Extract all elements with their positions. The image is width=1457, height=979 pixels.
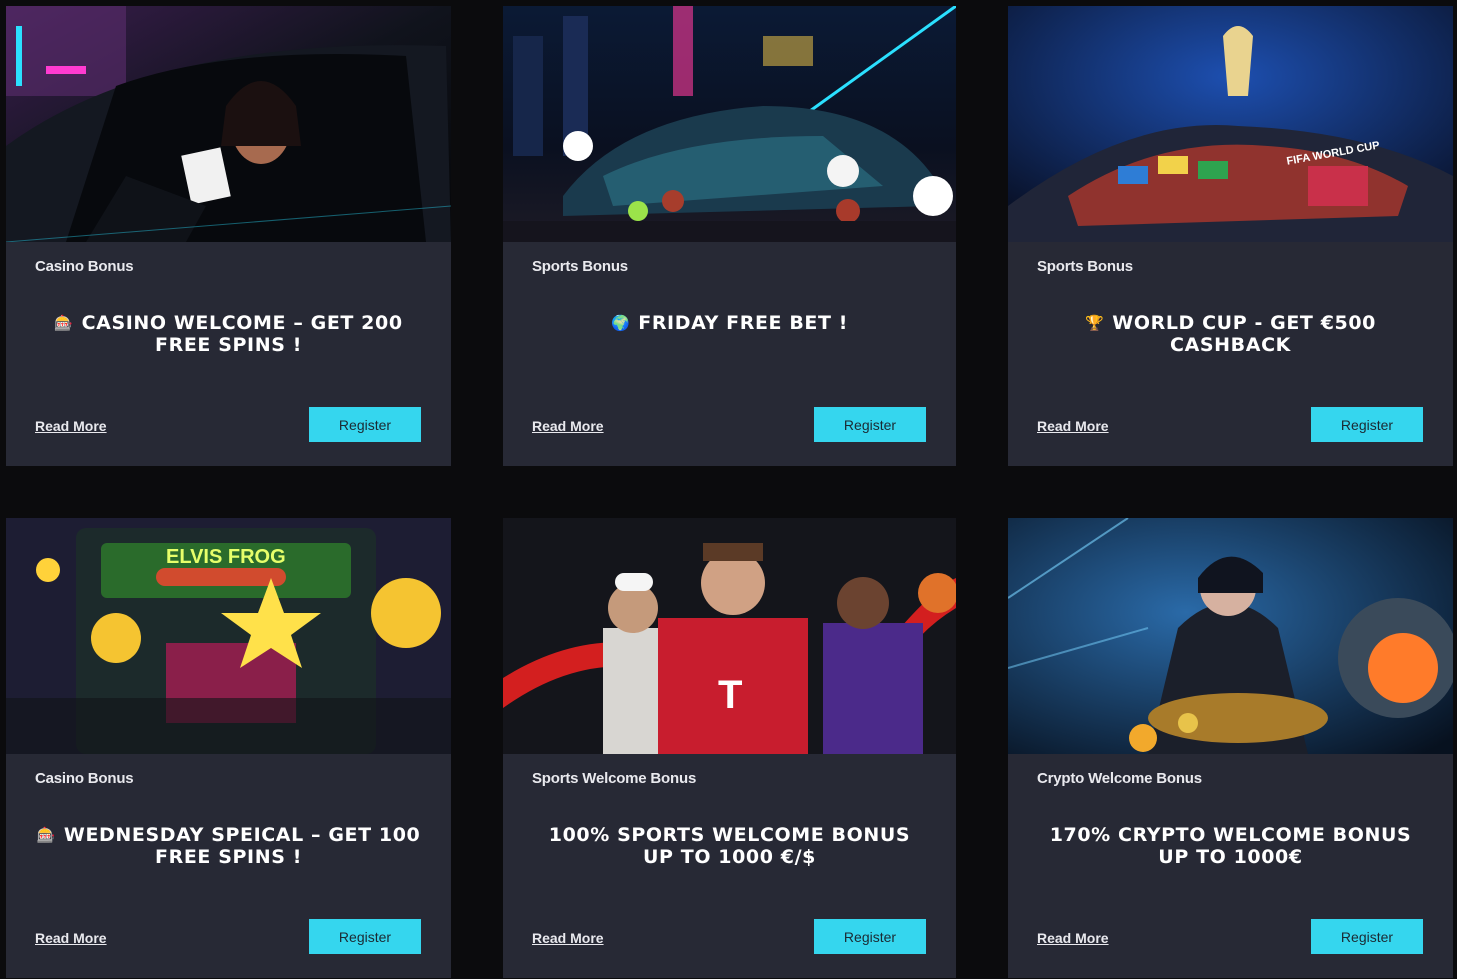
read-more-link[interactable]: Read More	[35, 930, 107, 946]
bonus-category: Sports Bonus	[1037, 258, 1133, 275]
trophy-icon: 🏆	[1085, 314, 1105, 332]
read-more-link[interactable]: Read More	[35, 418, 107, 434]
bonus-card: Sports Bonus 🌍 Friday Free Bet ! Read Mor…	[503, 6, 956, 466]
bonus-title: 170% Crypto Welcome Bonus up to 1000€	[1038, 824, 1423, 868]
bonus-image[interactable]	[503, 6, 956, 242]
read-more-link[interactable]: Read More	[532, 418, 604, 434]
register-button[interactable]: Register	[1311, 407, 1423, 442]
bonus-title: 100% Sports Welcome Bonus up to 1000 €/$	[533, 824, 926, 868]
bonus-category: Crypto Welcome Bonus	[1037, 770, 1202, 787]
bonus-image[interactable]: T	[503, 518, 956, 754]
register-button[interactable]: Register	[1311, 919, 1423, 954]
bonus-image[interactable]: ELVIS FROG	[6, 518, 451, 754]
bonus-card: Crypto Welcome Bonus 170% Crypto Welcome…	[1008, 518, 1453, 978]
bonus-image[interactable]	[1008, 518, 1453, 754]
bonus-title-text: 170% Crypto Welcome Bonus up to 1000€	[1049, 824, 1412, 868]
register-button[interactable]: Register	[814, 407, 926, 442]
bonus-image[interactable]: FIFA WORLD CUP	[1008, 6, 1453, 242]
read-more-link[interactable]: Read More	[1037, 418, 1109, 434]
bonus-title: 🎰 Casino Welcome – Get 200 Free Spins !	[36, 312, 421, 356]
register-button[interactable]: Register	[309, 919, 421, 954]
bonus-title-text: 100% Sports Welcome Bonus up to 1000 €/$	[548, 824, 911, 868]
bonus-category: Sports Bonus	[532, 258, 628, 275]
bonus-card: T Sports Welcome Bonus 100% Sports Welco…	[503, 518, 956, 978]
bonus-title: 🎰 Wednesday Speical – Get 100 Free Spins …	[36, 824, 421, 868]
bonus-title: 🌍 Friday Free Bet !	[533, 312, 926, 334]
bonus-card: ELVIS FROG Casino Bonus 🎰 Wednesday Speic…	[6, 518, 451, 978]
register-button[interactable]: Register	[309, 407, 421, 442]
read-more-link[interactable]: Read More	[532, 930, 604, 946]
bonus-category: Sports Welcome Bonus	[532, 770, 697, 787]
image-caption: ELVIS FROG	[166, 546, 286, 568]
slot-machine-icon: 🎰	[36, 826, 56, 844]
bonus-card: FIFA WORLD CUP Sports Bonus 🏆 World Cup -…	[1008, 6, 1453, 466]
bonus-category: Casino Bonus	[35, 258, 134, 275]
bonus-image[interactable]	[6, 6, 451, 242]
bonus-title: 🏆 World Cup - Get €500 Cashback	[1038, 312, 1423, 356]
svg-text:T: T	[718, 673, 742, 717]
bonus-title-text: Wednesday Speical – Get 100 Free Spins !	[63, 824, 421, 868]
globe-icon: 🌍	[610, 314, 631, 332]
bonus-title-text: Casino Welcome – Get 200 Free Spins !	[81, 312, 403, 356]
slot-machine-icon: 🎰	[54, 314, 74, 332]
register-button[interactable]: Register	[814, 919, 926, 954]
read-more-link[interactable]: Read More	[1037, 930, 1109, 946]
bonus-title-text: World Cup - Get €500 Cashback	[1112, 312, 1376, 356]
bonus-title-text: Friday Free Bet !	[638, 312, 849, 334]
bonus-card: Casino Bonus 🎰 Casino Welcome – Get 200 F…	[6, 6, 451, 466]
bonus-category: Casino Bonus	[35, 770, 134, 787]
